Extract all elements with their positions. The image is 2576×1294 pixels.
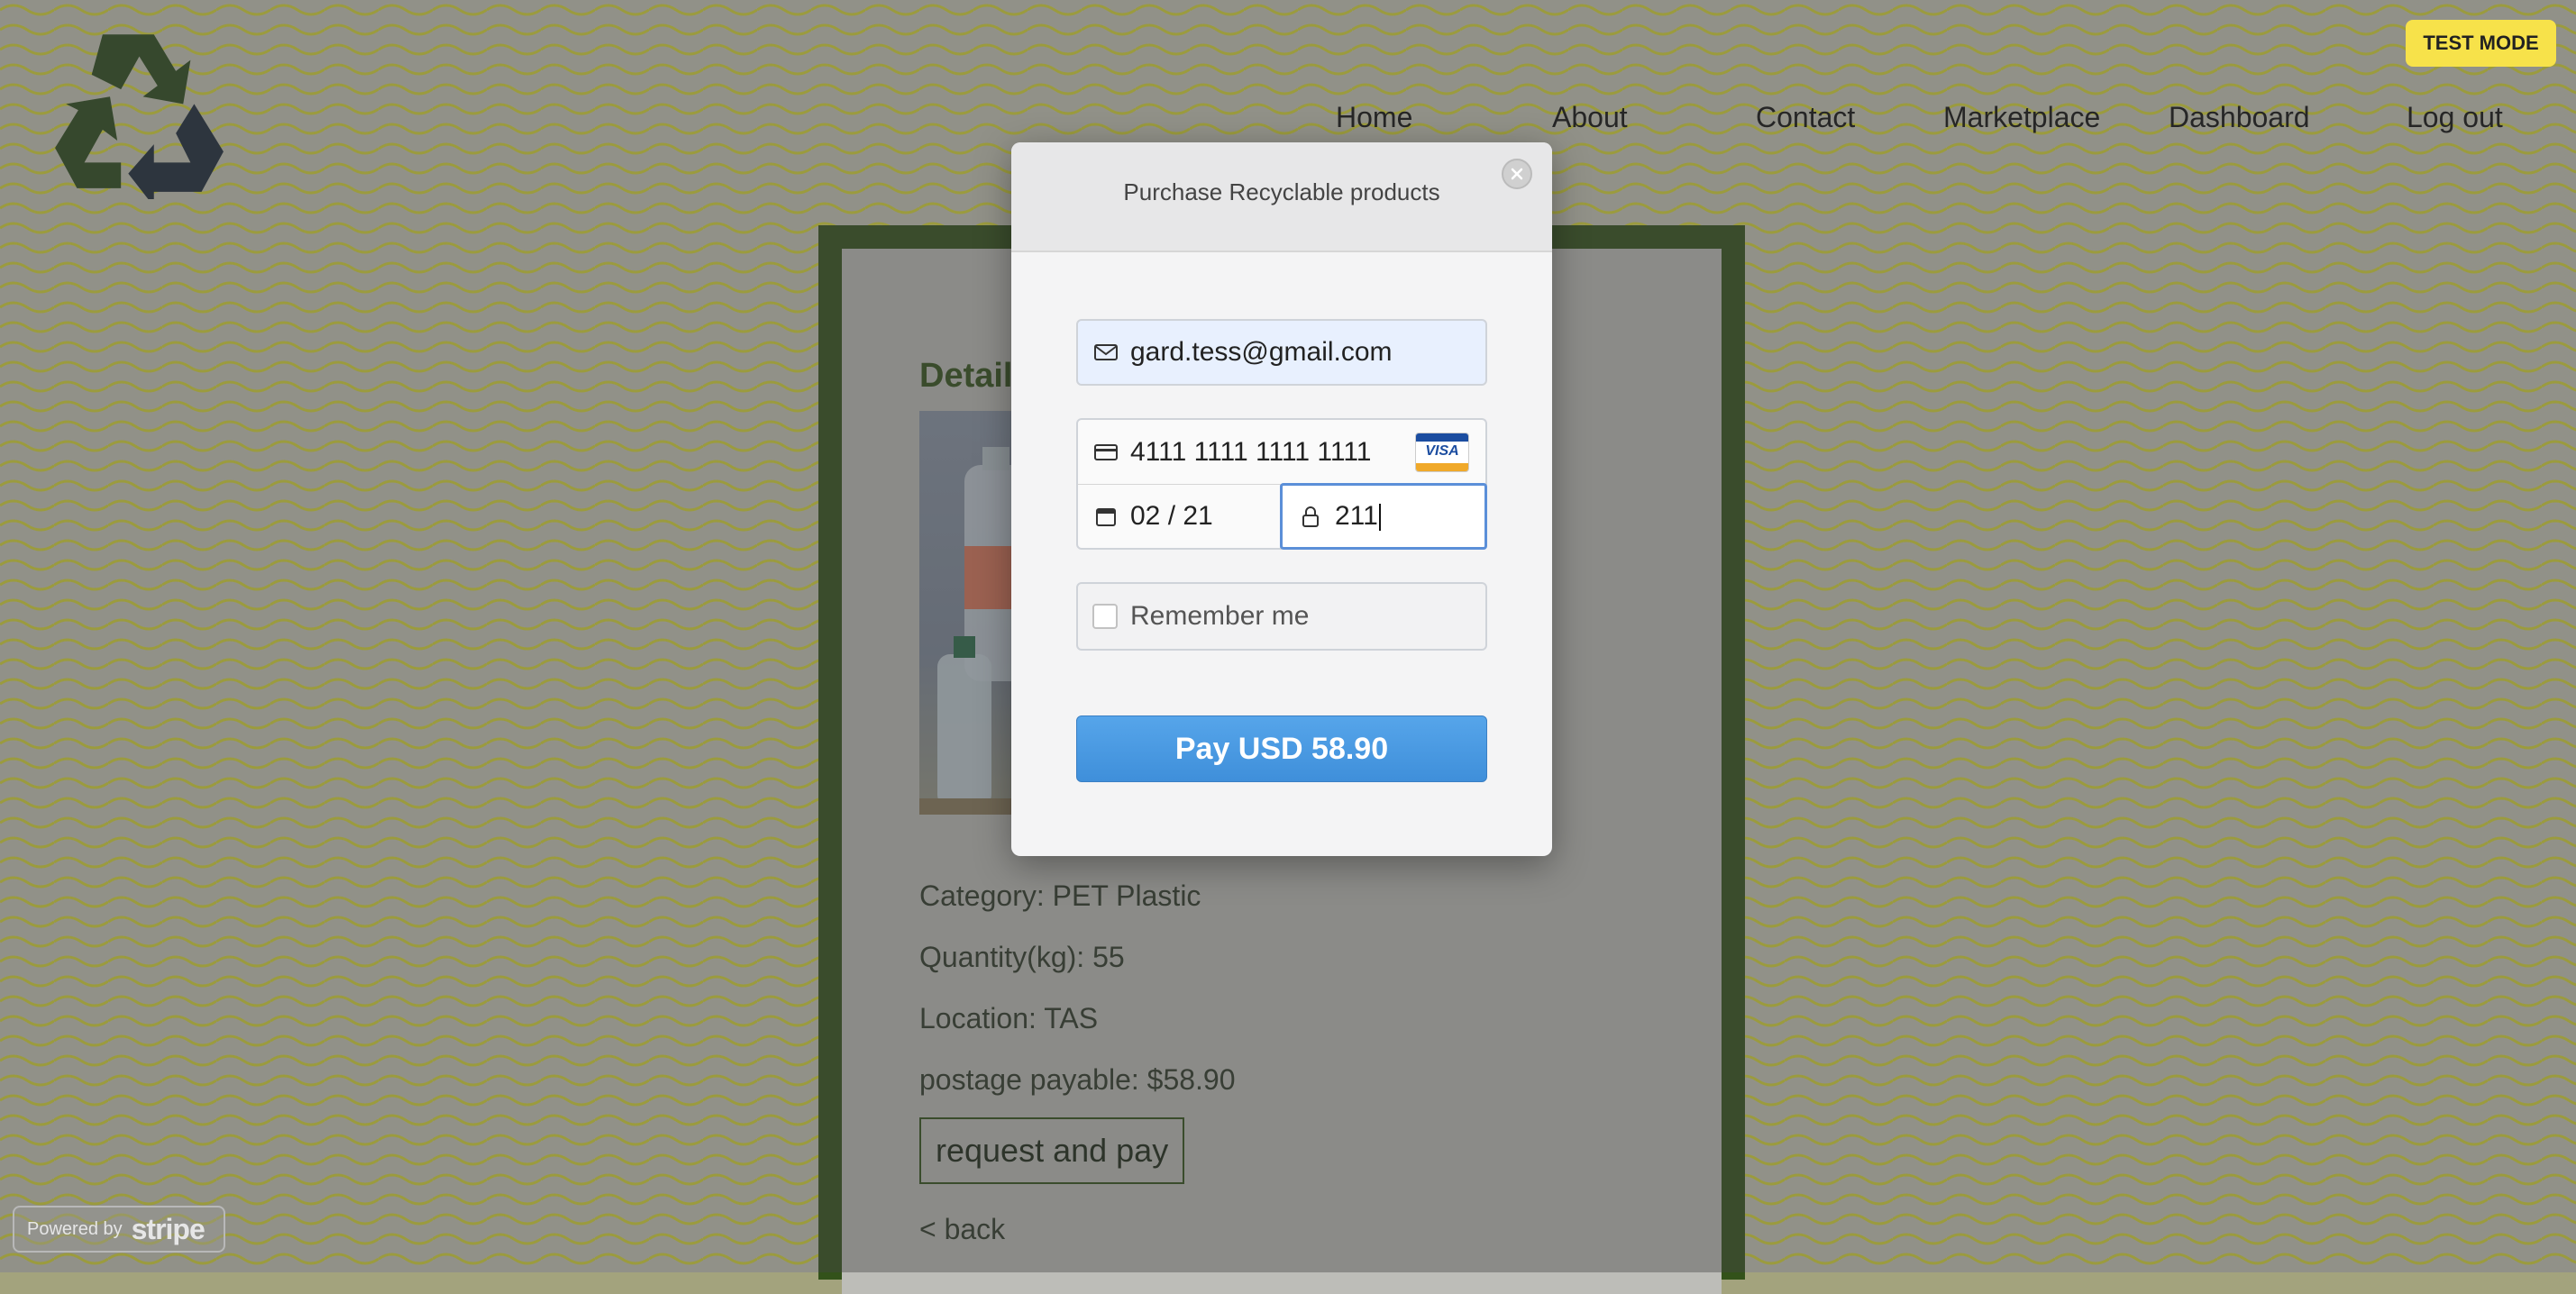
cvc-value: 211 (1335, 501, 1378, 531)
text-cursor (1378, 504, 1381, 532)
envelope-icon (1094, 344, 1118, 360)
email-value: gard.tess@gmail.com (1130, 337, 1393, 367)
stripe-logo: stripe (131, 1212, 206, 1245)
card-brand-label: VISA (1425, 443, 1459, 459)
pay-button[interactable]: Pay USD 58.90 (1076, 715, 1487, 782)
card-number-field[interactable]: 4111 1111 1111 1111 VISA (1076, 418, 1487, 485)
remember-me-checkbox[interactable] (1092, 604, 1118, 629)
close-icon (1511, 168, 1523, 180)
visa-card-icon: VISA (1415, 433, 1469, 472)
close-button[interactable] (1502, 159, 1532, 189)
modal-header: Purchase Recyclable products (1011, 142, 1552, 252)
test-mode-badge: TEST MODE (2406, 20, 2556, 67)
powered-by-label: Powered by (27, 1218, 123, 1239)
modal-title: Purchase Recyclable products (1123, 178, 1440, 205)
remember-me-label: Remember me (1130, 601, 1310, 631)
stripe-checkout-modal: Purchase Recyclable products gard.tess@g… (1011, 142, 1552, 856)
cvc-field[interactable]: 211 (1280, 483, 1487, 550)
calendar-icon (1096, 508, 1116, 526)
remember-me-field[interactable]: Remember me (1076, 582, 1487, 651)
expiry-value: 02 / 21 (1130, 501, 1213, 531)
email-field[interactable]: gard.tess@gmail.com (1076, 319, 1487, 386)
powered-by-stripe-badge[interactable]: Powered by stripe (13, 1206, 225, 1253)
expiry-field[interactable]: 02 / 21 (1076, 485, 1282, 550)
credit-card-icon (1094, 443, 1118, 460)
lock-icon (1302, 506, 1319, 527)
card-number-value: 4111 1111 1111 1111 (1130, 436, 1372, 467)
